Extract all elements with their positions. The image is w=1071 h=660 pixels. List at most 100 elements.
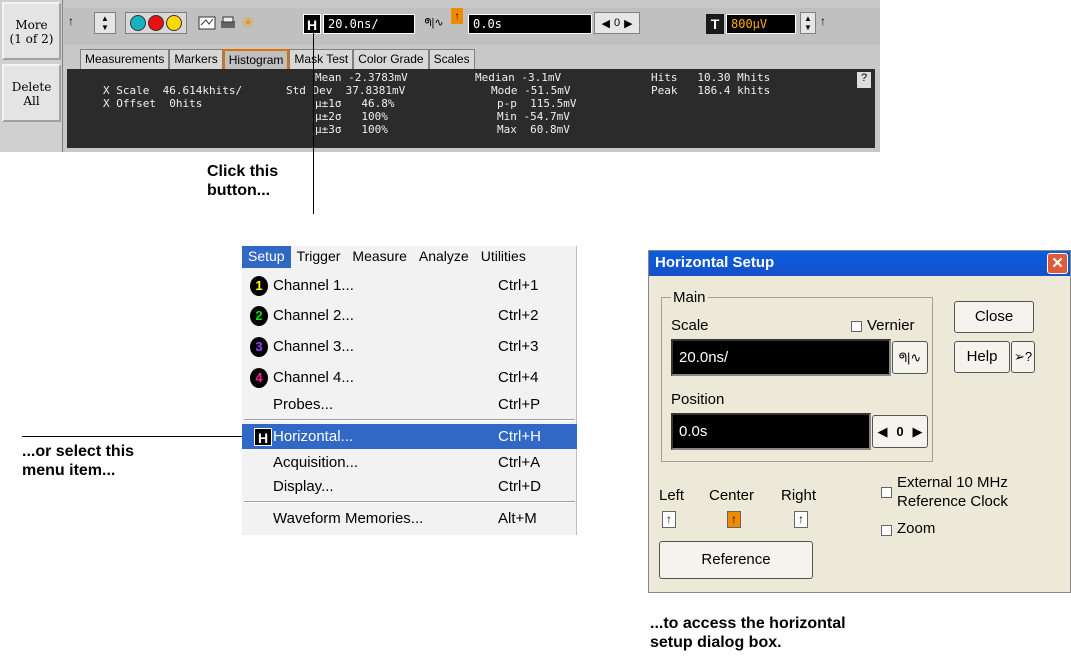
tab-scales[interactable]: Scales xyxy=(428,49,475,69)
horizontal-button[interactable]: H xyxy=(303,14,321,34)
external-clock-checkbox[interactable] xyxy=(881,487,892,498)
menu-item-label: Channel 1... xyxy=(273,277,354,294)
delete-all-softkey[interactable]: Delete All xyxy=(2,64,61,122)
run-stop-group xyxy=(125,12,187,34)
menu-measure[interactable]: Measure xyxy=(346,246,412,268)
whats-this-icon[interactable]: ➢? xyxy=(1011,341,1035,373)
menu-item-label: Channel 4... xyxy=(273,369,354,386)
vernier-checkbox[interactable] xyxy=(851,321,862,332)
reference-center-icon[interactable]: ↑ xyxy=(727,511,741,528)
single-icon[interactable] xyxy=(166,15,182,31)
menu-item-waveform-memories[interactable]: Waveform Memories... Alt+M xyxy=(242,505,577,532)
left-arrow-icon[interactable]: ◀ xyxy=(601,17,609,30)
zoom-checkbox[interactable] xyxy=(881,525,892,536)
menu-item-shortcut: Ctrl+A xyxy=(498,454,541,471)
more-sub-label: (1 of 2) xyxy=(9,32,54,46)
peak-stat: Peak 186.4 khits xyxy=(651,84,771,97)
callout-line-2: setup dialog box. xyxy=(650,634,782,651)
more-softkey[interactable]: More (1 of 2) xyxy=(2,2,61,60)
position-zero-button[interactable]: 0 xyxy=(896,416,903,447)
trigger-button[interactable]: T xyxy=(706,14,724,34)
menu-item-label: Acquisition... xyxy=(273,454,359,471)
menu-item-channel-4[interactable]: 4 Channel 4... Ctrl+4 xyxy=(242,364,577,391)
tab-color-grade[interactable]: Color Grade xyxy=(353,49,429,69)
x-offset-stat: X Offset 0hits xyxy=(103,97,203,110)
display-brightness-icon[interactable]: ☀ xyxy=(238,12,258,34)
scale-vernier-icon[interactable]: ᖗ|∿ xyxy=(892,341,928,374)
right-arrow-icon[interactable]: ▶ xyxy=(624,17,632,30)
peak-to-peak-stat: p-p 115.5mV xyxy=(497,97,577,110)
position-zero-button[interactable]: 0 xyxy=(614,17,620,29)
menu-separator xyxy=(244,419,575,421)
scale-label: Scale xyxy=(671,317,709,334)
menu-item-probes[interactable]: Probes... Ctrl+P xyxy=(242,391,577,418)
channel-1-icon: 1 xyxy=(250,275,268,296)
channel-3-icon: 3 xyxy=(250,336,268,357)
external-clock-label: External 10 MHz Reference Clock xyxy=(897,473,1008,511)
menu-utilities[interactable]: Utilities xyxy=(475,246,532,268)
print-icon[interactable] xyxy=(218,12,238,34)
menu-item-shortcut: Ctrl+4 xyxy=(498,369,539,386)
reference-right-icon[interactable]: ↑ xyxy=(794,511,808,528)
mode-stat: Mode -51.5mV xyxy=(491,84,571,97)
run-icon[interactable] xyxy=(130,15,146,31)
trigger-marker-icon[interactable]: ↑ xyxy=(820,10,826,32)
menu-item-label: Horizontal... xyxy=(273,428,354,445)
main-group-label: Main xyxy=(671,289,708,306)
menu-trigger[interactable]: Trigger xyxy=(291,246,347,268)
right-arrow-icon[interactable]: ▶ xyxy=(913,416,923,447)
menu-item-shortcut: Ctrl+3 xyxy=(498,338,539,355)
menu-item-horizontal[interactable]: H Horizontal... Ctrl+H xyxy=(242,424,577,449)
menu-item-channel-3[interactable]: 3 Channel 3... Ctrl+3 xyxy=(242,333,577,360)
callout-line-2: button... xyxy=(207,182,271,199)
time-scale-field[interactable]: 20.0ns/ xyxy=(323,14,415,34)
trigger-spinner-icon[interactable]: ▲ ▼ xyxy=(800,12,816,34)
reference-center-icon[interactable]: ↑ xyxy=(451,8,463,24)
menu-item-channel-2[interactable]: 2 Channel 2... Ctrl+2 xyxy=(242,302,577,329)
menu-item-label: Waveform Memories... xyxy=(273,510,424,527)
delete-sub-label: All xyxy=(23,94,40,108)
tab-measurements[interactable]: Measurements xyxy=(80,49,170,69)
scope-toolbar: More (1 of 2) Delete All ↑ ▲ ▼ ☀ H 20.0ns… xyxy=(0,0,880,152)
mean-stat: Mean -2.3783mV xyxy=(315,71,408,84)
tab-markers[interactable]: Markers xyxy=(169,49,223,69)
left-label: Left xyxy=(659,487,685,504)
help-button[interactable]: ? xyxy=(857,72,871,88)
setup-menu: Setup Trigger Measure Analyze Utilities … xyxy=(242,246,577,535)
min-stat: Min -54.7mV xyxy=(497,110,570,123)
reference-button[interactable]: Reference xyxy=(659,541,813,579)
scale-field[interactable]: 20.0ns/ xyxy=(671,339,891,376)
close-button[interactable]: Close xyxy=(954,301,1034,333)
tab-mask-test[interactable]: Mask Test xyxy=(289,49,354,69)
scale-vernier-icon[interactable]: ᖗ|∿ xyxy=(418,12,450,34)
stop-icon[interactable] xyxy=(148,15,164,31)
tab-histogram[interactable]: Histogram xyxy=(222,49,290,69)
close-icon[interactable]: ✕ xyxy=(1047,253,1068,274)
menu-item-acquisition[interactable]: Acquisition... Ctrl+A xyxy=(242,449,577,476)
menu-item-channel-1[interactable]: 1 Channel 1... Ctrl+1 xyxy=(242,272,577,299)
time-position-field[interactable]: 0.0s xyxy=(468,14,592,34)
menu-analyze[interactable]: Analyze xyxy=(413,246,475,268)
horizontal-icon: H xyxy=(254,427,272,446)
up-down-spinner-icon[interactable]: ▲ ▼ xyxy=(94,12,116,34)
left-arrow-icon[interactable]: ◀ xyxy=(877,416,887,447)
help-button[interactable]: Help xyxy=(954,341,1010,373)
delete-label: Delete xyxy=(11,80,52,94)
callout-select-menu: ...or select this menu item... xyxy=(22,442,134,480)
reference-left-icon[interactable]: ↑ xyxy=(662,511,676,528)
menu-item-shortcut: Ctrl+1 xyxy=(498,277,539,294)
vernier-label: Vernier xyxy=(867,317,915,334)
menu-setup[interactable]: Setup xyxy=(242,246,291,268)
autoscale-icon[interactable] xyxy=(196,12,218,34)
position-label: Position xyxy=(671,391,725,408)
position-field[interactable]: 0.0s xyxy=(671,413,871,450)
sigma3-stat: µ±3σ 100% xyxy=(315,123,388,136)
horizontal-setup-dialog: Horizontal Setup ✕ Main Scale Vernier 20… xyxy=(648,250,1071,593)
trigger-level-field[interactable]: 800µV xyxy=(726,14,796,34)
std-dev-stat: Std Dev 37.8381mV xyxy=(286,84,406,97)
menu-item-display[interactable]: Display... Ctrl+D xyxy=(242,473,577,500)
menu-item-shortcut: Ctrl+2 xyxy=(498,307,539,324)
marker-arrow-icon[interactable]: ↑ xyxy=(68,10,74,32)
menu-bar: Setup Trigger Measure Analyze Utilities xyxy=(242,246,532,268)
right-label: Right xyxy=(781,487,817,504)
